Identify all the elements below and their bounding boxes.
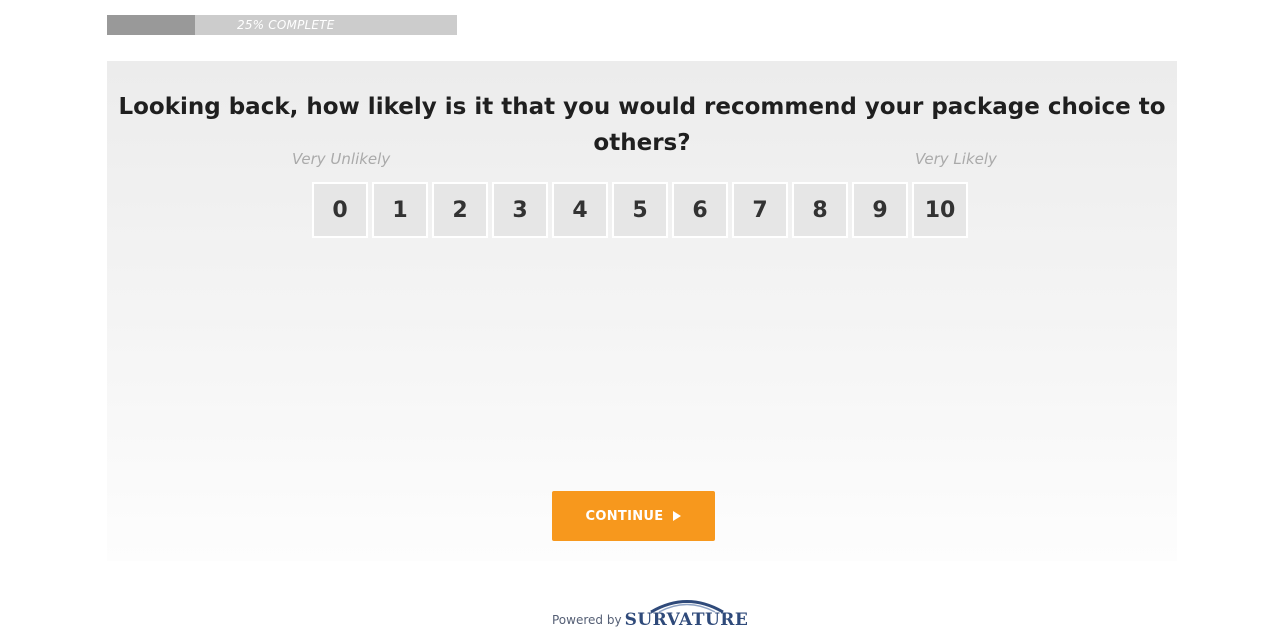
scale-option-9[interactable]: 9 [852, 182, 908, 238]
scale-option-8[interactable]: 8 [792, 182, 848, 238]
scale-option-3[interactable]: 3 [492, 182, 548, 238]
scale-option-2[interactable]: 2 [432, 182, 488, 238]
survey-page: 25% COMPLETE Looking back, how likely is… [0, 0, 1283, 632]
survature-logo[interactable]: SURVATURE [624, 600, 749, 630]
footer: Powered by SURVATURE [552, 600, 749, 630]
scale-anchor-low: Very Unlikely [292, 150, 391, 168]
scale-option-0[interactable]: 0 [312, 182, 368, 238]
logo-arc-icon [649, 600, 724, 613]
scale-anchor-high: Very Likely [915, 150, 997, 168]
continue-button[interactable]: CONTINUE [552, 491, 715, 541]
powered-by-label: Powered by [552, 613, 622, 627]
scale-option-4[interactable]: 4 [552, 182, 608, 238]
progress-bar: 25% COMPLETE [107, 15, 457, 35]
scale-option-1[interactable]: 1 [372, 182, 428, 238]
continue-label: CONTINUE [585, 508, 664, 524]
survature-logo-text: SURVATURE [624, 610, 749, 630]
progress-fill [107, 15, 195, 35]
progress-label: 25% COMPLETE [237, 18, 335, 32]
scale-option-6[interactable]: 6 [672, 182, 728, 238]
scale-option-5[interactable]: 5 [612, 182, 668, 238]
scale-option-10[interactable]: 10 [912, 182, 968, 238]
rating-scale: 0 1 2 3 4 5 6 7 8 9 10 [312, 182, 968, 238]
question-card: Looking back, how likely is it that you … [107, 61, 1177, 561]
question-text: Looking back, how likely is it that you … [118, 94, 1166, 156]
scale-option-7[interactable]: 7 [732, 182, 788, 238]
play-arrow-icon [673, 511, 682, 521]
